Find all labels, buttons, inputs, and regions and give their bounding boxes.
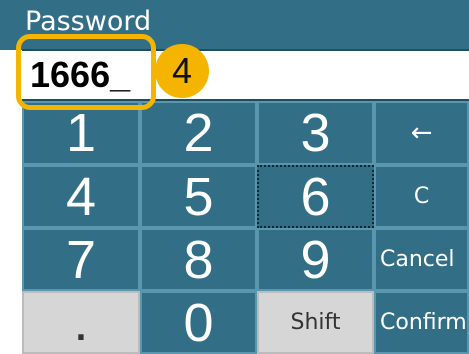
- key-5[interactable]: 5: [140, 165, 257, 228]
- shift-key[interactable]: Shift: [257, 291, 374, 354]
- backspace-key[interactable]: ←: [374, 101, 469, 165]
- key-3[interactable]: 3: [257, 101, 374, 165]
- key-4[interactable]: 4: [22, 165, 140, 228]
- keypad: 1 2 3 ← 4 5 6 C 7 8 9 Cancel . 0 Shift C…: [22, 101, 469, 354]
- decimal-point-key[interactable]: .: [22, 291, 140, 354]
- annotation-step-badge: 4: [155, 44, 209, 98]
- password-keypad-screen: Password 1666_ 1 2 3 ← 4 5 6 C 7 8 9 Can…: [0, 0, 469, 354]
- clear-key[interactable]: C: [374, 165, 469, 228]
- key-8[interactable]: 8: [140, 228, 257, 291]
- key-9[interactable]: 9: [257, 228, 374, 291]
- key-6[interactable]: 6: [257, 165, 374, 228]
- confirm-key[interactable]: Confirm: [374, 291, 469, 354]
- key-1[interactable]: 1: [22, 101, 140, 165]
- cancel-key[interactable]: Cancel: [374, 228, 469, 291]
- key-2[interactable]: 2: [140, 101, 257, 165]
- key-0[interactable]: 0: [140, 291, 257, 354]
- key-7[interactable]: 7: [22, 228, 140, 291]
- annotation-highlight-box: [16, 34, 156, 110]
